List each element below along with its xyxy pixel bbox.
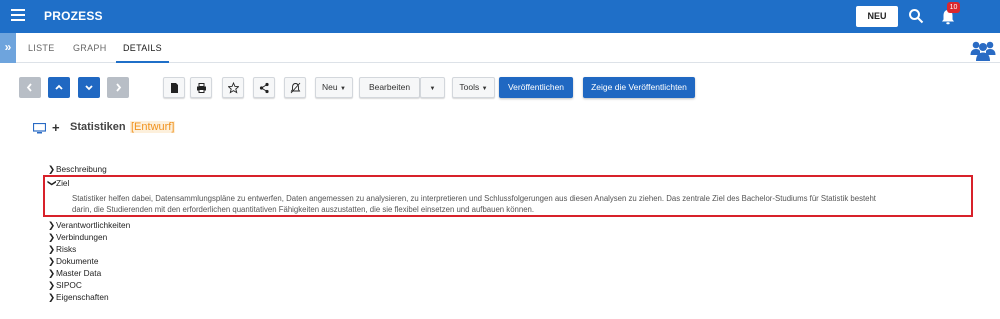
monitor-icon bbox=[33, 123, 46, 134]
chevron-right-icon: ❯ bbox=[48, 268, 55, 278]
edit-button[interactable]: Bearbeiten bbox=[359, 77, 420, 98]
status-badge: [Entwurf] bbox=[130, 121, 176, 133]
share-button[interactable] bbox=[253, 77, 275, 98]
section-eigenschaften[interactable]: ❯Eigenschaften bbox=[48, 292, 109, 303]
move-up-button[interactable] bbox=[48, 77, 70, 98]
caret-down-icon: ▼ bbox=[481, 86, 488, 92]
tab-liste[interactable]: LISTE bbox=[28, 33, 55, 63]
caret-down-icon: ▼ bbox=[340, 86, 346, 92]
document-button[interactable] bbox=[163, 77, 185, 98]
chevron-right-icon: ❯ bbox=[48, 256, 55, 266]
section-verantwortlichkeiten[interactable]: ❯Verantwortlichkeiten bbox=[48, 220, 130, 231]
show-published-button[interactable]: Zeige die Veröffentlichten bbox=[583, 77, 695, 98]
section-label: Risks bbox=[56, 244, 77, 254]
caret-down-icon: ▼ bbox=[429, 86, 436, 92]
bell-off-icon bbox=[290, 82, 301, 94]
new-dropdown[interactable]: Neu ▼ bbox=[315, 77, 353, 98]
new-dropdown-label: Neu bbox=[322, 82, 338, 92]
print-icon bbox=[197, 83, 206, 93]
search-icon[interactable] bbox=[908, 8, 924, 24]
notification-badge: 10 bbox=[947, 2, 960, 13]
chevron-right-icon: ❯ bbox=[48, 220, 55, 230]
print-button[interactable] bbox=[190, 77, 212, 98]
section-beschreibung[interactable]: ❯Beschreibung bbox=[48, 164, 107, 175]
chevron-right-icon: ❯ bbox=[48, 244, 55, 254]
notifications-off-button[interactable] bbox=[284, 77, 306, 98]
prev-button[interactable] bbox=[19, 77, 41, 98]
highlight-box bbox=[43, 175, 973, 217]
menu-icon[interactable] bbox=[11, 9, 25, 23]
move-down-button[interactable] bbox=[78, 77, 100, 98]
section-verbindungen[interactable]: ❯Verbindungen bbox=[48, 232, 107, 243]
section-risks[interactable]: ❯Risks bbox=[48, 244, 76, 255]
top-app-bar: PROZESS NEU 10 bbox=[0, 0, 1000, 33]
app-title: PROZESS bbox=[44, 9, 103, 23]
chevron-right-icon: ❯ bbox=[48, 164, 55, 174]
publish-button[interactable]: Veröffentlichen bbox=[499, 77, 573, 98]
new-button[interactable]: NEU bbox=[856, 6, 898, 27]
section-label: Verbindungen bbox=[56, 232, 108, 242]
star-icon bbox=[228, 82, 239, 94]
favorite-button[interactable] bbox=[222, 77, 244, 98]
section-label: SIPOC bbox=[56, 280, 82, 290]
section-master-data[interactable]: ❯Master Data bbox=[48, 268, 101, 279]
document-icon bbox=[171, 83, 178, 93]
team-icon[interactable] bbox=[970, 39, 996, 61]
section-dokumente[interactable]: ❯Dokumente bbox=[48, 256, 98, 267]
tab-bar: » LISTE GRAPH DETAILS bbox=[0, 33, 1000, 63]
edit-dropdown-toggle[interactable]: ▼ bbox=[420, 77, 445, 98]
expand-sidebar-button[interactable]: » bbox=[0, 33, 16, 63]
section-label: Verantwortlichkeiten bbox=[56, 220, 131, 230]
chevron-right-icon: ❯ bbox=[48, 232, 55, 242]
tab-graph[interactable]: GRAPH bbox=[73, 33, 107, 63]
next-button[interactable] bbox=[107, 77, 129, 98]
chevron-right-icon: ❯ bbox=[48, 280, 55, 290]
chevron-right-icon: ❯ bbox=[48, 292, 55, 302]
section-label: Dokumente bbox=[56, 256, 99, 266]
add-icon[interactable]: + bbox=[52, 120, 60, 135]
section-sipoc[interactable]: ❯SIPOC bbox=[48, 280, 82, 291]
tools-dropdown[interactable]: Tools ▼ bbox=[452, 77, 495, 98]
section-label: Eigenschaften bbox=[56, 292, 109, 302]
document-title: Statistiken bbox=[70, 121, 126, 133]
tools-dropdown-label: Tools bbox=[459, 82, 480, 92]
tab-details[interactable]: DETAILS bbox=[116, 33, 169, 63]
section-label: Beschreibung bbox=[56, 164, 107, 174]
share-icon bbox=[259, 82, 269, 94]
section-label: Master Data bbox=[56, 268, 102, 278]
